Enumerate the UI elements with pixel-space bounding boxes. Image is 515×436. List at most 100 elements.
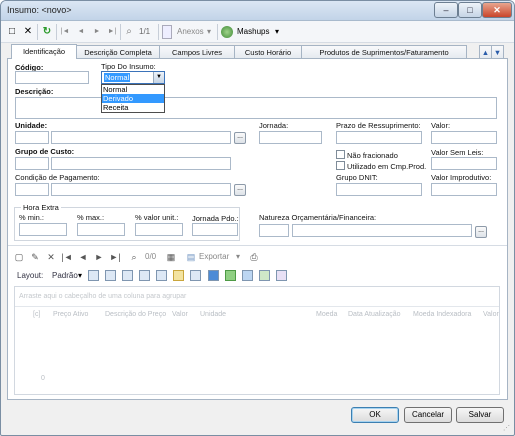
layout-sort-icon[interactable]	[156, 270, 167, 281]
tab-produtos-suprimentos[interactable]: Produtos de Suprimentos/Faturamento	[301, 45, 467, 59]
natureza-desc-input[interactable]	[292, 224, 472, 237]
layout-pivot-icon[interactable]	[259, 270, 270, 281]
cancel-button[interactable]: Cancelar	[404, 407, 452, 423]
layout-columns-icon[interactable]	[105, 270, 116, 281]
condicao-desc-input[interactable]	[51, 183, 231, 196]
mashups-dropdown-icon[interactable]: ▾	[275, 27, 279, 36]
tab-descricao-completa[interactable]: Descrição Completa	[76, 45, 160, 59]
grid-calculator-icon[interactable]: ▦	[165, 251, 177, 263]
column-header[interactable]: Moeda Indexadora	[413, 311, 471, 318]
valor-input[interactable]	[431, 131, 497, 144]
export-icon[interactable]: ▤	[185, 251, 197, 263]
print-icon[interactable]: ⎙	[248, 251, 260, 263]
codigo-input[interactable]	[15, 71, 89, 84]
grid-delete-icon[interactable]: ✕	[45, 251, 57, 263]
layout-dropdown-icon[interactable]: ▾	[78, 271, 82, 280]
search-icon[interactable]: ⌕	[122, 25, 136, 39]
save-button[interactable]: Salvar	[456, 407, 504, 423]
prev-record-icon[interactable]: ◄	[74, 25, 88, 39]
new-icon[interactable]: □	[5, 25, 19, 39]
grid-prev-icon[interactable]: ◄	[77, 251, 89, 263]
grid-next-icon[interactable]: ►	[93, 251, 105, 263]
resize-grip-icon[interactable]: ⋰	[503, 424, 511, 432]
pct-min-input[interactable]	[19, 223, 67, 236]
mashups-icon	[221, 26, 233, 38]
tipo-insumo-label: Tipo Do Insumo:	[101, 62, 156, 71]
close-button[interactable]: ✕	[482, 2, 512, 18]
column-header[interactable]: Moeda	[316, 311, 337, 318]
attachments-button[interactable]: Anexos	[177, 27, 204, 36]
option-normal[interactable]: Normal	[102, 85, 164, 94]
export-button[interactable]: Exportar	[199, 252, 229, 261]
grupo-custo-desc-input[interactable]	[51, 157, 231, 170]
option-receita[interactable]: Receita	[102, 103, 164, 112]
layout-chart-icon[interactable]	[190, 270, 201, 281]
refresh-icon[interactable]: ↻	[40, 25, 54, 39]
descricao-input[interactable]	[15, 97, 497, 119]
delete-icon[interactable]: ✕	[21, 25, 35, 39]
column-header[interactable]: Preço Ativo	[53, 311, 88, 318]
layout-toolbar: Layout: Padrão ▾	[8, 267, 507, 285]
grid-last-icon[interactable]: ►|	[109, 251, 121, 263]
column-header[interactable]: Descrição do Preço	[105, 311, 166, 318]
layout-grid-icon[interactable]	[242, 270, 253, 281]
prazo-ressuprimento-input[interactable]	[336, 131, 422, 144]
grid-new-icon[interactable]: ▢	[13, 251, 25, 263]
first-record-icon[interactable]: |◄	[58, 25, 72, 39]
group-by-area[interactable]: Arraste aqui o cabeçalho de uma coluna p…	[15, 287, 499, 307]
nao-fracionado-checkbox[interactable]	[336, 150, 345, 159]
layout-excel-icon[interactable]	[225, 270, 236, 281]
jornada-pdo-input[interactable]	[192, 223, 238, 236]
condicao-lookup-button[interactable]: ...	[234, 184, 246, 196]
grid-search-icon[interactable]: ⌕	[128, 251, 140, 263]
grid-first-icon[interactable]: |◄	[61, 251, 73, 263]
tipo-insumo-select[interactable]: Normal ▼	[101, 71, 165, 84]
attachments-dropdown-icon[interactable]: ▾	[207, 27, 211, 36]
last-record-icon[interactable]: ►|	[105, 25, 119, 39]
maximize-button[interactable]: □	[458, 2, 482, 18]
grupo-dnit-input[interactable]	[336, 183, 422, 196]
unidade-desc-input[interactable]	[51, 131, 231, 144]
chevron-down-icon[interactable]: ▼	[153, 72, 164, 83]
pct-valor-unit-input[interactable]	[135, 223, 183, 236]
natureza-code-input[interactable]	[259, 224, 289, 237]
layout-view-icon[interactable]	[208, 270, 219, 281]
mashups-button[interactable]: Mashups	[237, 27, 269, 36]
tab-campos-livres[interactable]: Campos Livres	[159, 45, 235, 59]
attachment-icon[interactable]	[162, 25, 172, 39]
natureza-lookup-button[interactable]: ...	[475, 226, 487, 238]
valor-sem-leis-input[interactable]	[431, 157, 497, 170]
ok-button[interactable]: OK	[351, 407, 399, 423]
layout-group-icon[interactable]	[139, 270, 150, 281]
unidade-lookup-button[interactable]: ...	[234, 132, 246, 144]
pct-max-input[interactable]	[77, 223, 125, 236]
utilizado-cmp-prod-checkbox[interactable]	[336, 161, 345, 170]
tab-scroll-down-icon[interactable]: ▼	[491, 45, 504, 59]
toolbar-separator	[120, 24, 121, 40]
layout-text-icon[interactable]	[276, 270, 287, 281]
condicao-code-input[interactable]	[15, 183, 49, 196]
layout-filter-icon[interactable]	[122, 270, 133, 281]
export-dropdown-icon[interactable]: ▾	[236, 252, 240, 261]
column-header[interactable]: Valor	[172, 311, 188, 318]
option-derivado[interactable]: Derivado	[102, 94, 164, 103]
jornada-input[interactable]	[259, 131, 322, 144]
tipo-insumo-dropdown-list: Normal Derivado Receita	[101, 84, 165, 113]
column-header[interactable]: [c]	[33, 311, 40, 318]
minimize-button[interactable]: ‒	[434, 2, 458, 18]
layout-highlight-icon[interactable]	[173, 270, 184, 281]
column-header[interactable]: Valor	[483, 311, 499, 318]
valor-improdutivo-input[interactable]	[431, 183, 497, 196]
column-header[interactable]: Unidade	[200, 311, 226, 318]
unidade-code-input[interactable]	[15, 131, 49, 144]
tab-custo-horario[interactable]: Custo Horário	[234, 45, 302, 59]
grupo-custo-code-input[interactable]	[15, 157, 49, 170]
layout-padrao-button[interactable]: Padrão	[52, 271, 78, 280]
next-record-icon[interactable]: ►	[90, 25, 104, 39]
column-header[interactable]: Data Atualização	[348, 311, 401, 318]
grid-edit-icon[interactable]: ✎	[29, 251, 41, 263]
layout-save-icon[interactable]	[88, 270, 99, 281]
pct-min-label: % min.:	[19, 213, 45, 222]
valor-improdutivo-label: Valor Improdutivo:	[431, 173, 492, 182]
tab-identificacao[interactable]: Identificação	[11, 44, 77, 59]
